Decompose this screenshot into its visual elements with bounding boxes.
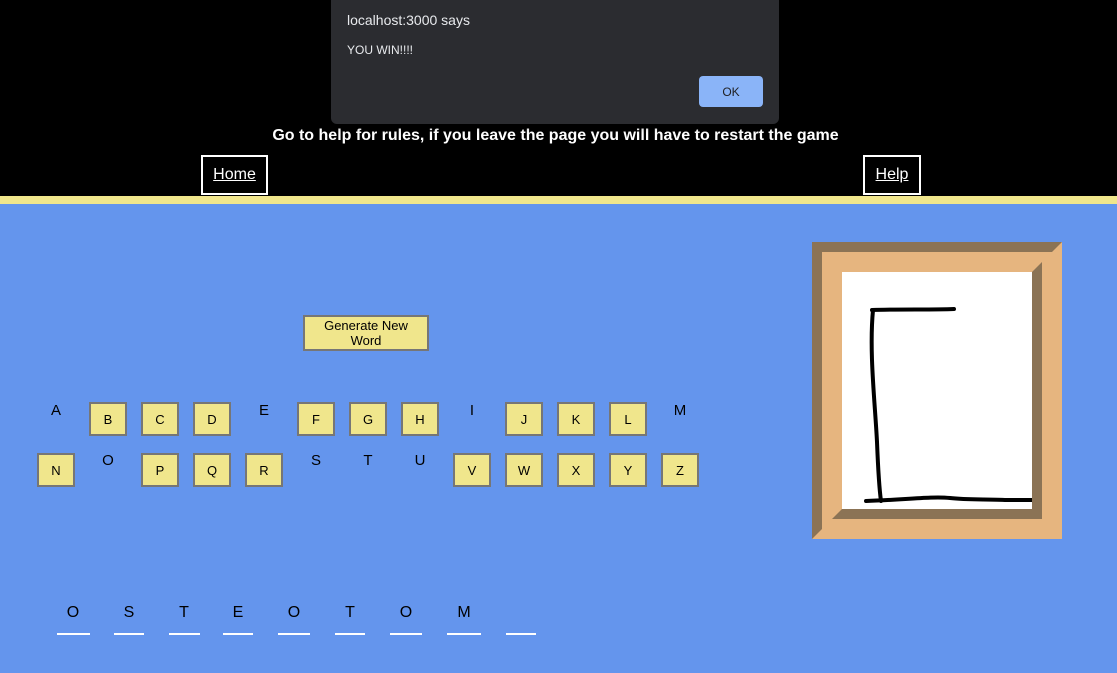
word-slot-underline — [278, 633, 310, 635]
help-link[interactable]: Help — [863, 155, 921, 195]
word-slot-underline — [114, 633, 144, 635]
gallows-beam — [870, 307, 956, 312]
letter-button-v[interactable]: V — [453, 453, 491, 487]
letter-button-p[interactable]: P — [141, 453, 179, 487]
word-slot-underline — [506, 633, 536, 635]
hangman-canvas-area — [832, 262, 1042, 519]
word-slot-underline — [390, 633, 422, 635]
word-letter: S — [123, 604, 135, 621]
letter-button-q[interactable]: Q — [193, 453, 231, 487]
letter-button-n[interactable]: N — [37, 453, 75, 487]
letter-button-y[interactable]: Y — [609, 453, 647, 487]
alert-message: YOU WIN!!!! — [347, 43, 413, 57]
alert-ok-button[interactable]: OK — [699, 76, 763, 107]
gallows-base — [864, 495, 1032, 503]
guessed-letter-i: I — [469, 402, 475, 419]
letter-button-w[interactable]: W — [505, 453, 543, 487]
guessed-letter-u: U — [414, 452, 426, 469]
word-slot-underline — [335, 633, 365, 635]
word-letter: O — [66, 604, 80, 621]
letter-button-j[interactable]: J — [505, 402, 543, 436]
gallows-post — [869, 308, 883, 503]
letter-button-x[interactable]: X — [557, 453, 595, 487]
letter-button-b[interactable]: B — [89, 402, 127, 436]
hangman-frame — [812, 242, 1062, 539]
rules-notice: Go to help for rules, if you leave the p… — [272, 127, 839, 144]
letter-button-r[interactable]: R — [245, 453, 283, 487]
header-divider — [0, 196, 1117, 204]
word-slot-underline — [447, 633, 481, 635]
letter-button-g[interactable]: G — [349, 402, 387, 436]
word-letter: M — [457, 604, 471, 621]
letter-button-f[interactable]: F — [297, 402, 335, 436]
letter-button-z[interactable]: Z — [661, 453, 699, 487]
letter-button-k[interactable]: K — [557, 402, 595, 436]
guessed-letter-o: O — [102, 452, 114, 469]
letter-button-c[interactable]: C — [141, 402, 179, 436]
word-letter: O — [399, 604, 413, 621]
hangman-drawing — [864, 307, 1032, 503]
home-link[interactable]: Home — [201, 155, 268, 195]
word-letter: O — [287, 604, 301, 621]
word-slot-underline — [56, 633, 90, 635]
letter-button-h[interactable]: H — [401, 402, 439, 436]
letter-button-l[interactable]: L — [609, 402, 647, 436]
guessed-letter-t: T — [363, 452, 373, 469]
generate-word-button[interactable]: Generate New Word — [303, 315, 429, 351]
word-letter: E — [232, 604, 244, 621]
word-letter — [501, 604, 541, 634]
guessed-letter-m: M — [673, 402, 687, 419]
letter-button-d[interactable]: D — [193, 402, 231, 436]
alert-title: localhost:3000 says — [347, 12, 470, 28]
word-letter: T — [179, 604, 189, 621]
guessed-letter-a: A — [50, 402, 61, 419]
guessed-letter-e: E — [258, 402, 269, 419]
word-slot-underline — [168, 633, 200, 635]
alert-dialog: localhost:3000 says YOU WIN!!!! OK — [331, 0, 779, 124]
word-slot-underline — [223, 633, 253, 635]
word-letter: T — [345, 604, 355, 621]
guessed-letter-s: S — [310, 452, 321, 469]
